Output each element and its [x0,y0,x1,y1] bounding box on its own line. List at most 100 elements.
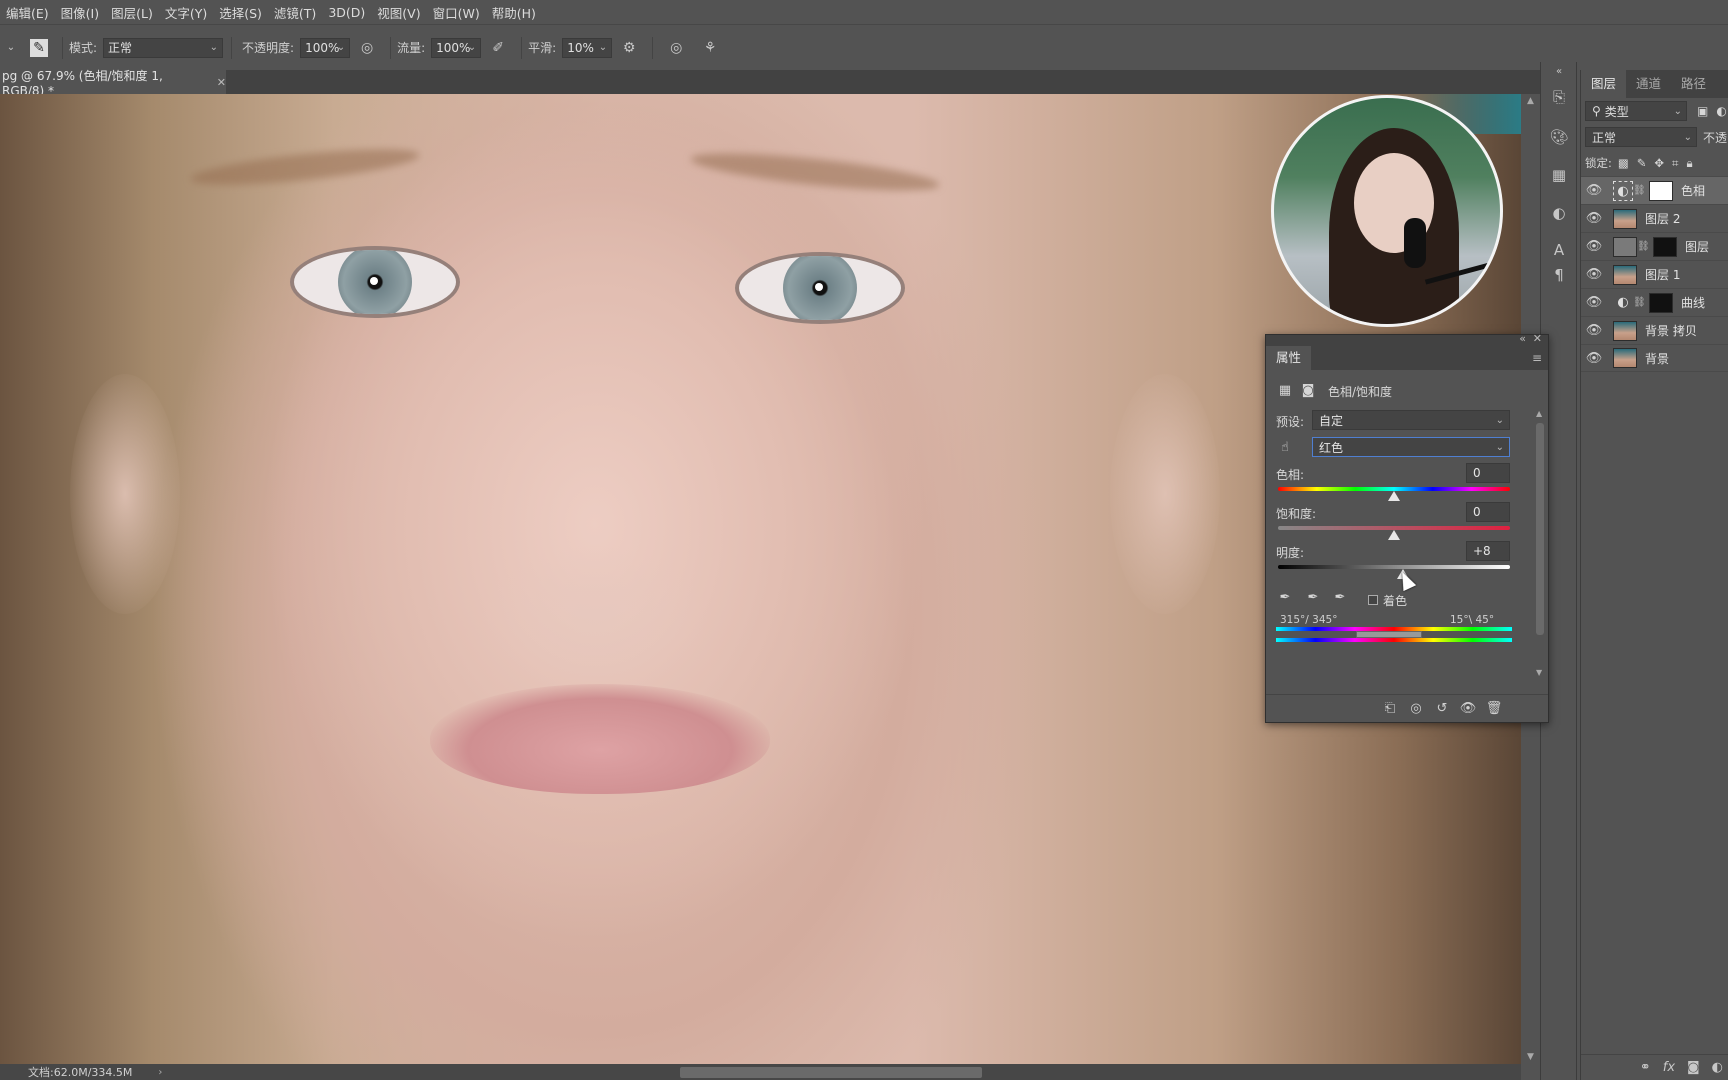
layer-row[interactable]: 👁︎ 背景 拷贝 [1581,316,1728,344]
collapse-icon[interactable]: « [1549,62,1569,82]
close-icon[interactable]: ✕ [1533,332,1542,345]
eyedropper-subtract-icon[interactable]: ✒ [1331,589,1349,607]
menu-item[interactable]: 编辑(E) [4,3,59,22]
collapse-icon[interactable]: « [1519,332,1526,345]
link-layers-icon[interactable]: ⚭ [1640,1060,1651,1075]
tab-layers[interactable]: 图层 [1581,70,1627,98]
image-filter-icon[interactable]: ▣ [1697,104,1708,118]
scroll-thumb[interactable] [680,1067,982,1078]
eye-icon[interactable]: 👁︎ [1581,323,1607,338]
menu-item[interactable]: 选择(S) [217,3,272,22]
layer-row[interactable]: 👁︎ ◐ ⛓︎ 色相 [1581,176,1728,204]
link-icon[interactable]: ⛓︎ [1633,185,1646,196]
saturation-field[interactable]: 0 [1466,502,1510,522]
scroll-down-icon[interactable]: ▼ [1536,668,1542,677]
properties-scrollbar[interactable]: ▲ ▼ [1534,409,1546,677]
color-range-selector[interactable] [1356,631,1422,638]
scroll-up-icon[interactable]: ▲ [1521,96,1540,106]
chevron-down-icon[interactable]: ⌄ [2,39,20,57]
preset-select[interactable]: 自定 ⌄ [1312,410,1510,430]
menu-item[interactable]: 图像(I) [59,3,109,22]
saturation-slider-knob[interactable] [1388,530,1400,540]
canvas-horizontal-scrollbar[interactable] [180,1064,1521,1080]
channel-select[interactable]: 红色 ⌄ [1312,437,1510,457]
scroll-down-icon[interactable]: ▼ [1521,1052,1540,1062]
add-mask-icon[interactable]: ◙ [1687,1060,1700,1075]
adjustments-icon[interactable]: ◐ [1549,203,1569,223]
lock-move-icon[interactable]: ✥ [1654,156,1664,170]
paragraph-icon[interactable]: ¶ [1549,265,1569,285]
opacity-field[interactable]: 100% ⌄ [300,37,351,58]
menu-item[interactable]: 帮助(H) [490,3,546,22]
tab-channels[interactable]: 通道 [1626,70,1671,98]
lock-paint-icon[interactable]: ✎ [1637,156,1647,170]
pressure-opacity-icon[interactable]: ◎ [358,39,376,57]
menu-item[interactable]: 图层(L) [109,3,163,22]
visibility-icon[interactable]: 👁︎ [1458,700,1478,718]
properties-panel-grip[interactable]: « ✕ [1266,332,1548,346]
swatches-icon[interactable]: ▦ [1549,165,1569,185]
layer-filter-select[interactable]: ⚲ 类型 ⌄ [1585,101,1687,121]
character-icon[interactable]: A [1549,240,1569,260]
link-icon[interactable]: ⛓︎ [1637,241,1650,252]
pressure-size-icon[interactable]: ◎ [667,39,685,57]
eye-icon[interactable]: 👁︎ [1581,239,1607,254]
layer-mask-thumbnail[interactable] [1649,180,1673,201]
panel-menu-icon[interactable]: ≡ [1532,351,1542,365]
eye-icon[interactable]: 👁︎ [1581,183,1607,198]
hue-slider-knob[interactable] [1388,491,1400,501]
layer-mask-thumbnail[interactable] [1649,292,1673,313]
layer-row[interactable]: 👁︎ ◐ ⛓︎ 曲线 [1581,288,1728,316]
symmetry-icon[interactable]: ⚘ [701,39,719,57]
mask-icon[interactable]: ◙ [1299,382,1317,400]
lock-artboard-icon[interactable]: ⌗ [1672,156,1678,171]
eyedropper-add-icon[interactable]: ✒ [1304,589,1322,607]
layer-row[interactable]: 👁︎ 图层 1 [1581,260,1728,288]
lightness-field[interactable]: +8 [1466,541,1510,561]
eye-icon[interactable]: 👁︎ [1581,267,1607,282]
layer-row[interactable]: 👁︎ 背景 [1581,344,1728,372]
chevron-right-icon[interactable]: › [158,1067,162,1078]
layer-row[interactable]: 👁︎ 图层 2 [1581,204,1728,232]
color-palette-icon[interactable]: 🎨︎ [1549,127,1569,147]
fx-icon[interactable]: fx [1663,1060,1675,1075]
targeted-adjustment-hand-icon[interactable]: ☝ [1276,439,1294,457]
document-tab[interactable]: pg @ 67.9% (色相/饱和度 1, RGB/8) * ✕ [0,69,226,98]
smooth-field[interactable]: 10% ⌄ [562,37,613,58]
menu-item[interactable]: 3D(D) [326,5,375,20]
hue-field[interactable]: 0 [1466,463,1510,483]
airbrush-icon[interactable]: ✐ [489,39,507,57]
clip-to-layer-icon[interactable]: ⎗ [1380,700,1400,718]
view-previous-state-icon[interactable]: ◎ [1406,700,1426,718]
lock-all-icon[interactable]: 🔒︎ [1687,156,1693,171]
menu-item[interactable]: 滤镜(T) [272,3,326,22]
mode-select[interactable]: 正常 ⌄ [103,37,224,58]
tab-paths[interactable]: 路径 [1671,70,1716,98]
eyedropper-icon[interactable]: ✒ [1276,589,1294,607]
lightness-slider-track[interactable] [1278,565,1510,569]
flow-field[interactable]: 100% ⌄ [431,37,482,58]
eye-icon[interactable]: 👁︎ [1581,351,1607,366]
adjustment-filter-icon[interactable]: ◐ [1716,104,1726,118]
link-icon[interactable]: ⛓︎ [1633,297,1646,308]
eye-icon[interactable]: 👁︎ [1581,295,1607,310]
lock-transparent-icon[interactable]: ▩ [1618,156,1629,170]
layer-row[interactable]: 👁︎ ⛓︎ 图层 [1581,232,1728,260]
history-icon[interactable]: ⎘ [1549,87,1569,107]
eye-icon[interactable]: 👁︎ [1581,211,1607,226]
adjustment-layer-icon[interactable]: ▦ [1276,382,1294,400]
gear-icon[interactable]: ⚙ [620,39,638,57]
menu-item[interactable]: 窗口(W) [431,3,490,22]
scroll-thumb[interactable] [1536,423,1544,635]
brush-tool-icon[interactable]: ✎ [30,38,48,57]
menu-item[interactable]: 文字(Y) [163,3,217,22]
layer-mask-thumbnail[interactable] [1653,236,1677,257]
menu-item[interactable]: 视图(V) [375,3,430,22]
scroll-up-icon[interactable]: ▲ [1536,409,1542,418]
reset-icon[interactable]: ↺ [1432,700,1452,718]
colorize-checkbox[interactable] [1368,595,1378,605]
trash-icon[interactable]: 🗑︎ [1484,700,1504,718]
blend-mode-select[interactable]: 正常 ⌄ [1585,127,1697,147]
close-icon[interactable]: ✕ [217,76,226,89]
new-adjustment-icon[interactable]: ◐ [1712,1060,1723,1075]
